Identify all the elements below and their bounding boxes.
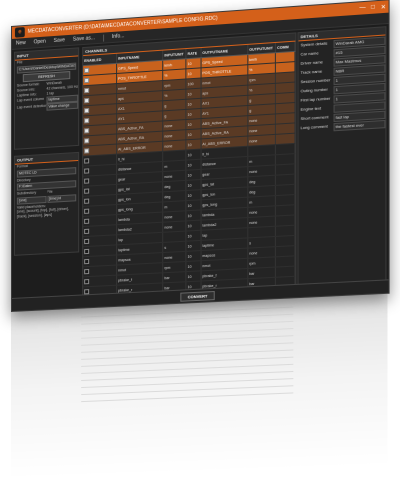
enabled-checkbox[interactable]: [84, 238, 89, 243]
enabled-checkbox[interactable]: [84, 198, 89, 203]
enabled-checkbox[interactable]: [84, 228, 89, 233]
channels-panel: CHANNELS ENABLED INPUTNAME INPUTUNIT RATE OU…: [82, 32, 296, 295]
main-area: INPUT File C:\Users\Daniel\Desktop\WINDA…: [12, 24, 389, 299]
enabled-checkbox[interactable]: [84, 188, 89, 193]
enabled-checkbox[interactable]: [84, 118, 89, 123]
close-icon[interactable]: ✕: [378, 3, 388, 11]
enabled-checkbox[interactable]: [84, 258, 89, 263]
lap-detection-select[interactable]: Value change: [46, 101, 78, 110]
details-field[interactable]: the fastest ever: [334, 120, 386, 131]
menu-item-save[interactable]: Save: [54, 37, 65, 44]
enabled-checkbox[interactable]: [84, 248, 89, 253]
enabled-checkbox[interactable]: [84, 218, 89, 223]
enabled-checkbox[interactable]: [84, 158, 89, 163]
channels-table: ENABLED INPUTNAME INPUTUNIT RATE OUTPUTNAME O…: [83, 42, 295, 298]
input-panel: INPUT File C:\Users\Daniel\Desktop\WINDA…: [14, 47, 79, 150]
enabled-checkbox[interactable]: [84, 279, 89, 284]
enabled-checkbox[interactable]: [84, 138, 89, 143]
enabled-checkbox[interactable]: [84, 208, 89, 213]
menu-item-open[interactable]: Open: [34, 39, 46, 46]
details-panel: DETAILS System details WinDarab AMG Car na…: [297, 26, 386, 285]
enabled-checkbox[interactable]: [84, 148, 89, 153]
menu-item-save-as[interactable]: Save as...: [73, 35, 95, 43]
enabled-checkbox[interactable]: [84, 67, 89, 72]
enabled-checkbox[interactable]: [84, 289, 89, 294]
app-window: e MECDATACONVERTER (D:\DATA\MECDATACONVE…: [11, 0, 390, 312]
enabled-checkbox[interactable]: [84, 178, 89, 183]
enabled-checkbox[interactable]: [84, 268, 89, 273]
screenshot-scene: e MECDATACONVERTER (D:\DATA\MECDATACONVE…: [0, 0, 400, 497]
enabled-checkbox[interactable]: [84, 77, 89, 82]
maximize-icon[interactable]: □: [368, 4, 378, 11]
enabled-checkbox[interactable]: [84, 97, 89, 102]
window-reflection: [11, 294, 387, 482]
convert-button[interactable]: CONVERT: [181, 290, 215, 301]
enabled-checkbox[interactable]: [84, 168, 89, 173]
enabled-checkbox[interactable]: [84, 87, 89, 92]
left-column: INPUT File C:\Users\Daniel\Desktop\WINDA…: [14, 47, 79, 299]
menu-item-new[interactable]: New: [16, 40, 26, 47]
enabled-checkbox[interactable]: [84, 107, 89, 112]
menu-item-info[interactable]: Info...: [112, 33, 125, 40]
output-panel: OUTPUT Format MOTEC LD Directory F:\Date…: [14, 152, 79, 256]
details-fields: System details WinDarab AMG Car name #15 Dri…: [298, 36, 385, 134]
minimize-icon[interactable]: —: [357, 5, 367, 12]
lap-detection-label: Lap event detection: [17, 103, 47, 112]
table-body: GPS_Speed km/h 10 GPS_Speed km/h POS_THROTTLE…: [83, 51, 295, 297]
reflection-grid: [81, 307, 293, 408]
details-label: Long comment: [298, 122, 333, 133]
app-logo-icon: e: [15, 27, 25, 38]
enabled-checkbox[interactable]: [84, 128, 89, 133]
menu-divider: [103, 34, 104, 41]
